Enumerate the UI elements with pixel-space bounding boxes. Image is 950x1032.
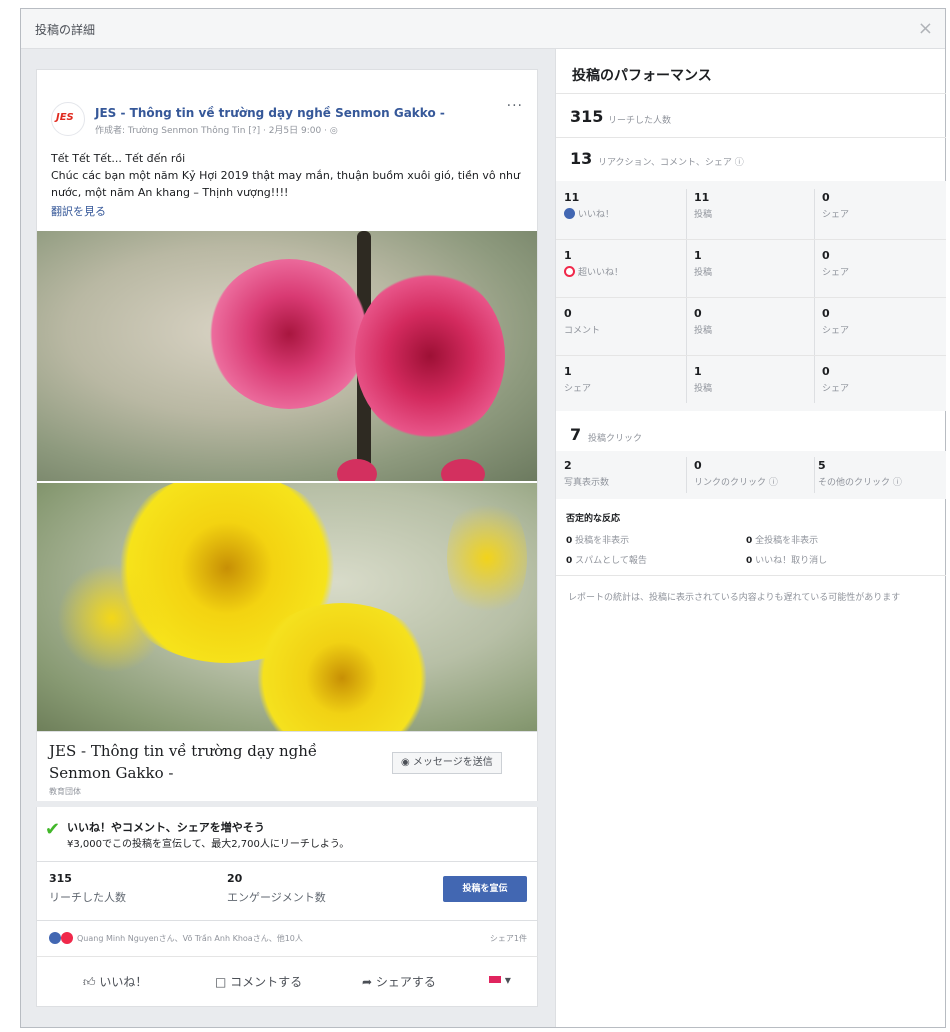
post-stats-bar: 315 リーチした人数 20 エンゲージメント数 投稿を宣伝 — [36, 861, 538, 921]
negative-feedback-title: 否定的な反応 — [566, 514, 621, 524]
report-note: レポートの統計は、投稿に表示されている内容よりも遅れている可能性があります — [568, 593, 901, 603]
hide-post-stat: 0 投稿を非表示 — [566, 536, 630, 546]
page-avatar[interactable]: JES — [51, 102, 85, 136]
reaction-picker[interactable]: ▾ — [489, 973, 511, 987]
info-icon[interactable]: ⓘ — [769, 478, 778, 488]
hide-all-posts-stat: 0 全投稿を非表示 — [746, 536, 819, 546]
comment-icon: □ — [215, 975, 227, 989]
globe-icon: ◎ — [329, 126, 338, 136]
send-message-button[interactable]: ◉ メッセージを送信 — [392, 752, 502, 774]
see-translation-link[interactable]: 翻訳を見る — [51, 203, 106, 219]
photo-yellow-apricot-blossom[interactable] — [37, 483, 537, 731]
post-preview-column: JES JES - Thông tin về trường dạy nghề S… — [21, 49, 555, 1027]
post-meta: 作成者: Trường Senmon Thông Tin [?] · 2月5日 … — [95, 126, 338, 136]
link-category: 教育団体 — [49, 787, 81, 796]
info-icon[interactable]: ⓘ — [893, 478, 902, 488]
flag-icon — [489, 976, 501, 983]
messenger-icon: ◉ — [401, 757, 410, 768]
thumbs-up-icon: 👍︎ — [83, 975, 96, 989]
love-icon — [564, 266, 575, 277]
close-icon[interactable]: × — [918, 18, 933, 39]
post-performance-panel: 投稿のパフォーマンス 315 リーチした人数 13 リアクション、コメント、シェ… — [555, 49, 946, 1027]
share-count[interactable]: シェア1件 — [490, 933, 527, 944]
post-details-dialog: 投稿の詳細 × JES JES - Thông tin về trường dạ… — [20, 8, 946, 1028]
photo-peach-blossom[interactable] — [37, 231, 537, 481]
like-icon — [564, 208, 575, 219]
reactions-summary[interactable]: Quang Minh Nguyenさん、Võ Trần Anh Khoaさん、他… — [36, 921, 538, 957]
dialog-title: 投稿の詳細 — [35, 23, 96, 37]
comment-button[interactable]: □ コメントする — [215, 973, 302, 990]
dialog-titlebar: 投稿の詳細 × — [21, 9, 945, 49]
post-text: Tết Tết Tết... Tết đến rồi Chúc các bạn … — [51, 152, 520, 199]
boost-suggestion: ✔ いいね！やコメント、シェアを増やそう ¥3,000でこの投稿を宣伝して、最大… — [36, 807, 538, 861]
reach-total: 315 — [570, 107, 604, 126]
boost-post-button[interactable]: 投稿を宣伝 — [443, 876, 527, 902]
reactor-names[interactable]: Quang Minh Nguyenさん、Võ Trần Anh Khoaさん、他… — [77, 933, 303, 944]
link-preview[interactable]: JES - Thông tin về trường dạy nghề Senmo… — [37, 731, 537, 801]
reactions-breakdown: 11 いいね！ 11 投稿 0 シェア 1 超いいね！ 1 投稿 0 シェア 0… — [556, 181, 946, 411]
unlike-page-stat: 0 いいね！取り消し — [746, 556, 828, 566]
engagement-count: 20 — [227, 872, 243, 885]
report-spam-stat: 0 スパムとして報告 — [566, 556, 647, 566]
page-name-link[interactable]: JES - Thông tin về trường dạy nghề Senmo… — [95, 106, 445, 120]
more-options-icon[interactable]: ··· — [507, 98, 523, 114]
like-reaction-icon — [49, 932, 61, 944]
share-icon: ➦ — [362, 975, 373, 989]
clicks-breakdown: 2 写真表示数 0 リンクのクリック ⓘ 5 その他のクリック ⓘ — [556, 451, 946, 499]
love-reaction-icon — [61, 932, 73, 944]
performance-title: 投稿のパフォーマンス — [572, 68, 712, 84]
link-title: JES - Thông tin về trường dạy nghề Senmo… — [49, 742, 318, 782]
share-button[interactable]: ➦ シェアする — [362, 973, 436, 990]
post-clicks-total: 7 — [570, 425, 582, 444]
reach-count: 315 — [49, 872, 72, 885]
chevron-down-icon: ▾ — [504, 973, 511, 987]
info-icon[interactable]: ⓘ — [735, 158, 744, 168]
post-card: JES JES - Thông tin về trường dạy nghề S… — [36, 69, 538, 801]
post-actions: 👍︎ いいね！ □ コメントする ➦ シェアする ▾ — [36, 957, 538, 1007]
reactions-total: 13 — [570, 149, 593, 168]
like-button[interactable]: 👍︎ いいね！ — [83, 973, 147, 990]
checkmark-icon: ✔ — [45, 819, 61, 840]
